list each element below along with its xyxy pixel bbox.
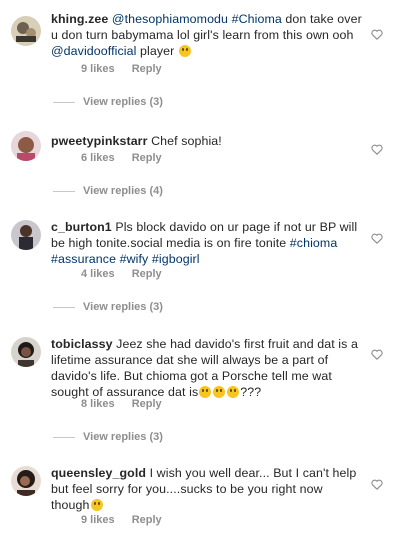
heart-outline-icon[interactable] <box>371 29 383 40</box>
comments-feed: khing.zee @thesophiamomodu #Chioma don t… <box>0 0 405 549</box>
comment-username[interactable]: queensley_gold <box>51 466 146 480</box>
avatar[interactable] <box>11 16 41 46</box>
hashtag-link[interactable]: #wify <box>120 252 149 266</box>
hashtag-link[interactable]: #Chioma <box>232 12 282 26</box>
comment-text: tobiclassy Jeez she had davido's first f… <box>51 336 363 400</box>
avatar[interactable] <box>11 337 41 367</box>
disappointed-relieved-emoji-icon <box>90 499 103 511</box>
likes-count[interactable]: 6 likes <box>81 152 115 164</box>
view-replies-label: View replies (3) <box>83 431 163 443</box>
divider-line <box>53 436 75 438</box>
comment-text: c_burton1 Pls block davido on ur page if… <box>51 219 363 267</box>
reply-button[interactable]: Reply <box>132 514 162 526</box>
reply-button[interactable]: Reply <box>132 63 162 75</box>
hashtag-link[interactable]: #igbogirl <box>152 252 200 266</box>
divider-line <box>53 190 75 192</box>
view-replies-label: View replies (4) <box>83 185 163 197</box>
joy-emoji-icon <box>213 386 226 398</box>
comment-username[interactable]: tobiclassy <box>51 337 113 351</box>
joy-emoji-icon <box>227 386 240 398</box>
view-replies-label: View replies (3) <box>83 301 163 313</box>
likes-count[interactable]: 9 likes <box>81 514 115 526</box>
comment-meta: 8 likes Reply <box>81 398 162 410</box>
heart-outline-icon[interactable] <box>371 479 383 490</box>
comment-meta: 6 likes Reply <box>81 152 162 164</box>
hashtag-link[interactable]: #chioma <box>290 236 338 250</box>
heart-outline-icon[interactable] <box>371 349 383 360</box>
comment-meta: 9 likes Reply <box>81 63 162 75</box>
comment-meta: 9 likes Reply <box>81 514 162 526</box>
grinning-sweat-emoji-icon <box>178 45 191 57</box>
avatar[interactable] <box>11 466 41 496</box>
avatar[interactable] <box>11 131 41 161</box>
view-replies-button[interactable]: View replies (4) <box>53 185 163 197</box>
avatar[interactable] <box>11 220 41 250</box>
view-replies-button[interactable]: View replies (3) <box>53 301 163 313</box>
avatar-image <box>11 131 41 161</box>
heart-outline-icon[interactable] <box>371 233 383 244</box>
joy-emoji-icon <box>199 386 212 398</box>
comment-text: queensley_gold I wish you well dear... B… <box>51 465 363 513</box>
avatar-image <box>11 16 41 46</box>
reply-button[interactable]: Reply <box>132 398 162 410</box>
comment-username[interactable]: khing.zee <box>51 12 108 26</box>
comment-text: khing.zee @thesophiamomodu #Chioma don t… <box>51 11 363 59</box>
likes-count[interactable]: 8 likes <box>81 398 115 410</box>
avatar-image <box>11 220 41 250</box>
mention-link[interactable]: @davidoofficial <box>51 44 137 58</box>
view-replies-button[interactable]: View replies (3) <box>53 96 163 108</box>
reply-button[interactable]: Reply <box>132 152 162 164</box>
comment-text: pweetypinkstarr Chef sophia! <box>51 133 363 149</box>
divider-line <box>53 101 75 103</box>
view-replies-button[interactable]: View replies (3) <box>53 431 163 443</box>
likes-count[interactable]: 4 likes <box>81 268 115 280</box>
heart-outline-icon[interactable] <box>371 144 383 155</box>
likes-count[interactable]: 9 likes <box>81 63 115 75</box>
avatar-image <box>11 466 41 496</box>
view-replies-label: View replies (3) <box>83 96 163 108</box>
hashtag-link[interactable]: #assurance <box>51 252 116 266</box>
comment-meta: 4 likes Reply <box>81 268 162 280</box>
comment-username[interactable]: pweetypinkstarr <box>51 134 148 148</box>
avatar-image <box>11 337 41 367</box>
reply-button[interactable]: Reply <box>132 268 162 280</box>
mention-link[interactable]: @thesophiamomodu <box>112 12 228 26</box>
divider-line <box>53 306 75 308</box>
comment-username[interactable]: c_burton1 <box>51 220 112 234</box>
comment-body: Chef sophia! <box>147 134 222 148</box>
